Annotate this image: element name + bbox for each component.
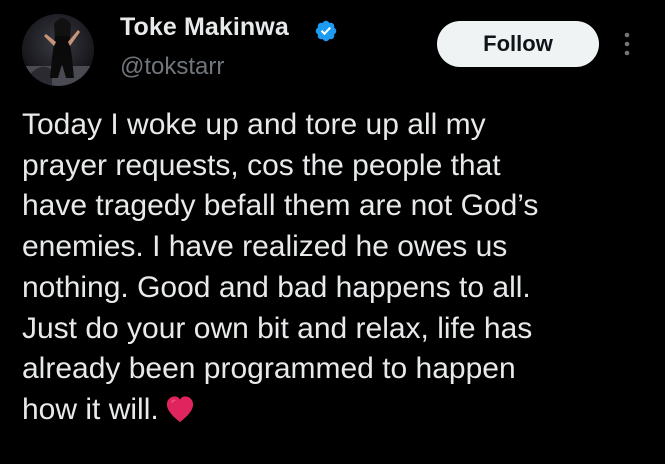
tweet-text-line: nothing. Good and bad happens to all. <box>22 270 531 304</box>
author-display-name[interactable]: Toke Makinwa <box>120 13 289 42</box>
tweet-text-line: enemies. I have realized he owes us <box>22 230 508 264</box>
avatar-image <box>22 14 94 86</box>
tweet-text-line: Just do your own bit and relax, life has <box>22 311 533 345</box>
tweet-text-line: have tragedy befall them are not God’s <box>22 189 539 223</box>
author-handle[interactable]: @tokstarr <box>120 53 224 81</box>
follow-button-label: Follow <box>483 31 553 56</box>
tweet-text-line: how it will. <box>22 392 159 426</box>
tweet-text-line: Today I woke up and tore up all my <box>22 108 486 141</box>
more-vertical-icon[interactable] <box>618 30 636 58</box>
tweet-text-last-line: how it will. <box>22 390 642 431</box>
red-heart-icon <box>166 396 193 422</box>
follow-button[interactable]: Follow <box>437 21 599 67</box>
verified-badge-icon <box>315 20 337 42</box>
tweet-text-line: already been programmed to happen <box>22 352 516 386</box>
tweet-text: Today I woke up and tore up all my praye… <box>22 105 642 431</box>
avatar[interactable] <box>22 14 94 86</box>
tweet-text-line: prayer requests, cos the people that <box>22 148 501 182</box>
